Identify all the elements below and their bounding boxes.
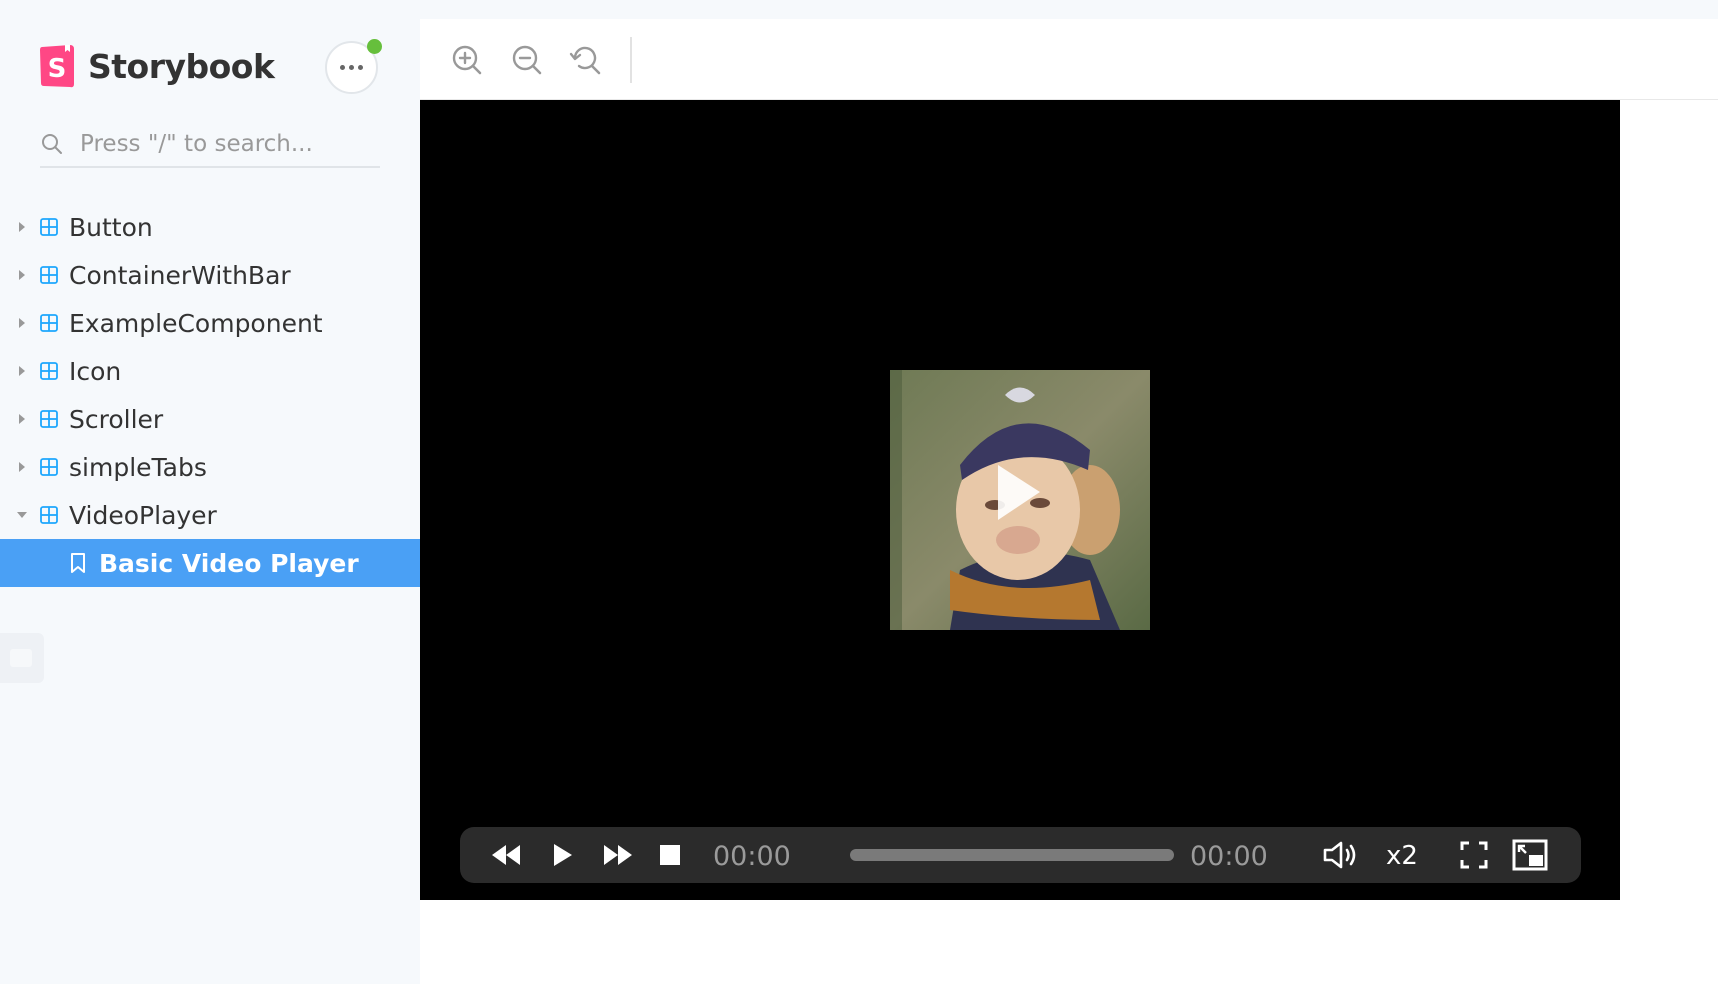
- fast-forward-icon[interactable]: [602, 841, 634, 869]
- sidebar-item-examplecomponent[interactable]: ExampleComponent: [0, 299, 420, 347]
- status-dot: [367, 39, 382, 54]
- storybook-logo-icon: S: [40, 45, 74, 88]
- sidebar-item-containerwithbar[interactable]: ContainerWithBar: [0, 251, 420, 299]
- caret-right-icon: [19, 318, 25, 328]
- fullscreen-icon[interactable]: [1460, 841, 1488, 869]
- more-dots-icon: [340, 65, 363, 70]
- volume-icon[interactable]: [1322, 839, 1360, 871]
- component-icon: [40, 410, 58, 428]
- sidebar-item-label: Button: [69, 212, 153, 242]
- brand[interactable]: S Storybook: [40, 44, 275, 88]
- duration-time: 00:00: [1190, 841, 1268, 872]
- component-icon: [40, 266, 58, 284]
- toolbar-divider: [630, 37, 632, 83]
- sidebar-item-label: Icon: [69, 356, 122, 386]
- bookmark-icon: [71, 553, 85, 573]
- component-icon: [40, 458, 58, 476]
- sidebar-item-icon[interactable]: Icon: [0, 347, 420, 395]
- toolbar: [420, 19, 1718, 100]
- stop-icon[interactable]: [658, 843, 682, 867]
- component-icon: [40, 506, 58, 524]
- caret-right-icon: [19, 414, 25, 424]
- search-input[interactable]: [80, 126, 370, 162]
- component-tree: Button ContainerWithBar ExampleComponent…: [0, 203, 420, 587]
- sidebar-item-label: Scroller: [69, 404, 164, 434]
- search-icon: [42, 134, 62, 154]
- svg-text:S: S: [48, 54, 67, 84]
- progress-bar[interactable]: [850, 849, 1174, 861]
- sidebar-item-scroller[interactable]: Scroller: [0, 395, 420, 443]
- component-icon: [40, 314, 58, 332]
- sidebar: S Storybook Button ContainerWithBar Exam…: [0, 0, 420, 984]
- caret-right-icon: [19, 462, 25, 472]
- panel-icon: [10, 649, 32, 667]
- sidebar-item-label: ExampleComponent: [69, 308, 323, 338]
- zoom-in-icon[interactable]: [448, 41, 486, 79]
- settings-menu-button[interactable]: [325, 39, 382, 94]
- playback-speed-button[interactable]: x2: [1386, 841, 1418, 871]
- sidebar-item-videoplayer[interactable]: VideoPlayer: [0, 491, 420, 539]
- zoom-out-icon[interactable]: [508, 41, 546, 79]
- picture-in-picture-icon[interactable]: [1512, 839, 1548, 871]
- sidebar-item-button[interactable]: Button: [0, 203, 420, 251]
- caret-right-icon: [19, 270, 25, 280]
- rewind-icon[interactable]: [490, 841, 522, 869]
- component-icon: [40, 218, 58, 236]
- search-box: [40, 126, 380, 168]
- addons-toggle[interactable]: [0, 633, 44, 683]
- current-time: 00:00: [713, 841, 791, 872]
- sidebar-item-label: VideoPlayer: [69, 500, 217, 530]
- sidebar-item-label: ContainerWithBar: [69, 260, 291, 290]
- sidebar-item-label: Basic Video Player: [99, 548, 359, 578]
- zoom-reset-icon[interactable]: [567, 41, 605, 79]
- play-icon[interactable]: [550, 841, 576, 869]
- sidebar-item-basic-video-player[interactable]: Basic Video Player: [0, 539, 420, 587]
- sidebar-item-label: simpleTabs: [69, 452, 207, 482]
- component-icon: [40, 362, 58, 380]
- caret-right-icon: [19, 366, 25, 376]
- caret-down-icon: [17, 512, 27, 518]
- caret-right-icon: [19, 222, 25, 232]
- preview-area: 00:00 00:00 x2: [420, 19, 1718, 984]
- sidebar-item-simpletabs[interactable]: simpleTabs: [0, 443, 420, 491]
- video-player[interactable]: 00:00 00:00 x2: [420, 100, 1620, 900]
- video-thumbnail: [890, 370, 1150, 630]
- video-controls: 00:00 00:00 x2: [460, 827, 1581, 883]
- brand-name: Storybook: [88, 46, 275, 86]
